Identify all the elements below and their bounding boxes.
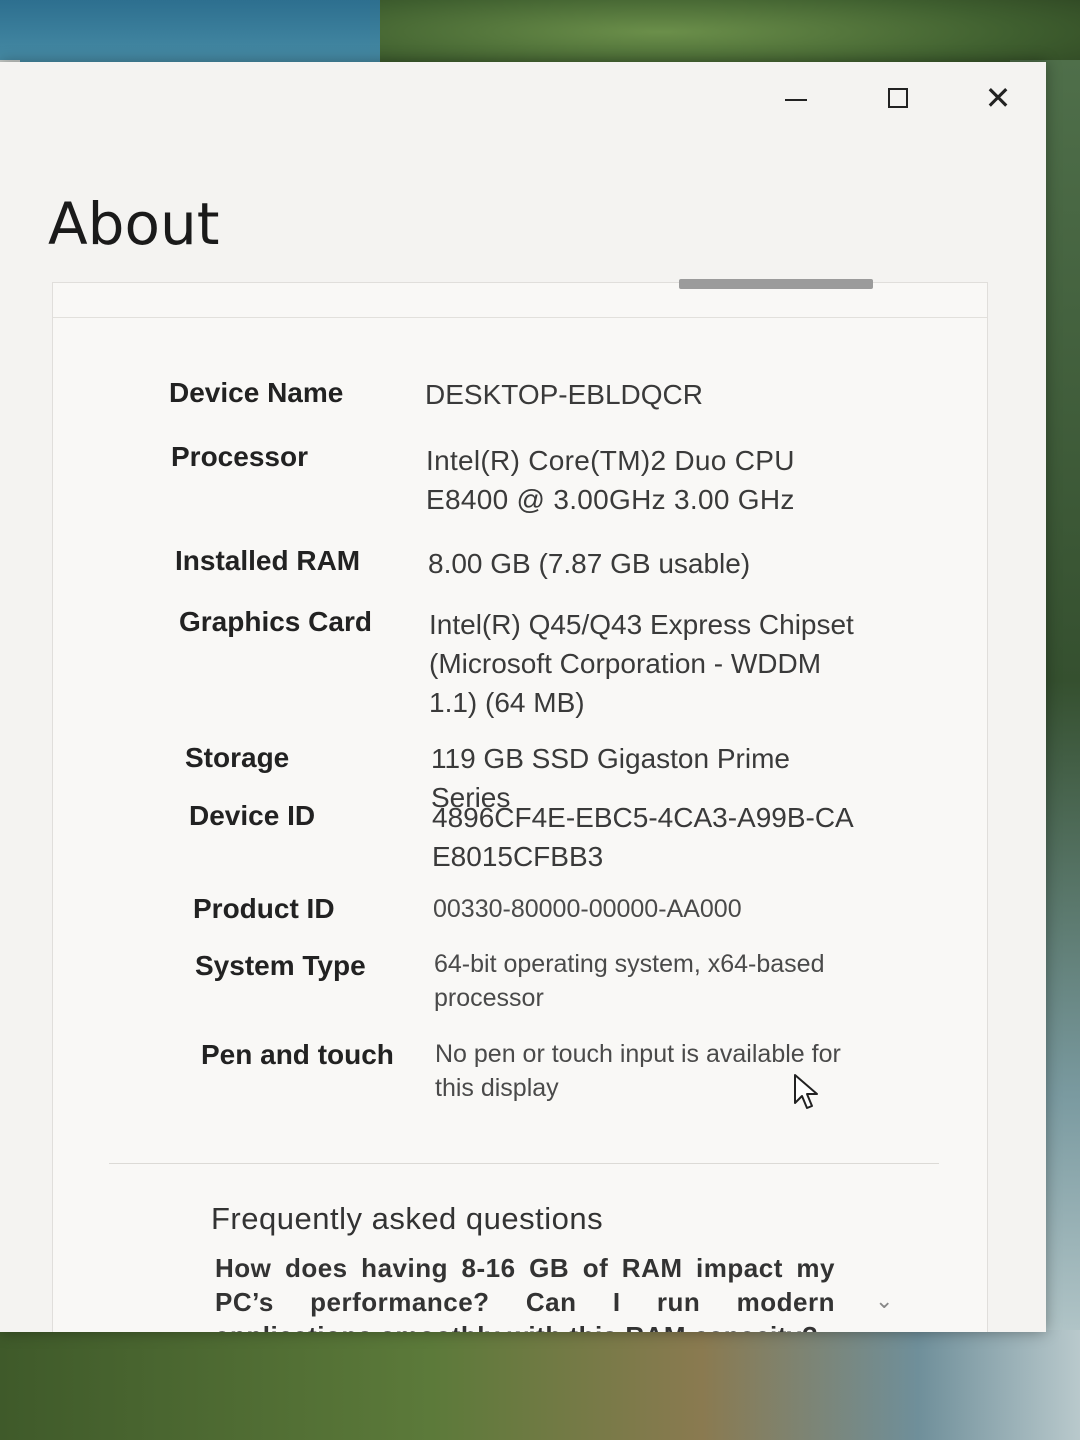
minimize-icon <box>785 99 807 101</box>
maximize-button[interactable] <box>868 76 928 120</box>
spec-value: 00330-80000-00000-AA000 <box>433 895 742 923</box>
close-button[interactable]: ✕ <box>968 76 1028 120</box>
spec-value: DESKTOP-EBLDQCR <box>425 379 703 410</box>
spec-label: Device Name <box>169 377 344 408</box>
spec-value: 64-bit operating system, x64-based proce… <box>434 950 825 1012</box>
faq-question[interactable]: How does having 8-16 GB of RAM impact my… <box>215 1251 835 1332</box>
faq-divider <box>109 1163 939 1164</box>
spec-label: Product ID <box>193 893 335 924</box>
wallpaper-bottom-edge <box>0 1330 1080 1440</box>
spec-value: 4896CF4E-EBC5-4CA3-A99B-CAE8015CFBB3 <box>432 802 854 872</box>
spec-label: Device ID <box>189 800 316 831</box>
maximize-icon <box>888 88 908 108</box>
mouse-cursor-icon <box>794 1074 818 1109</box>
spec-label: Installed RAM <box>175 545 361 576</box>
spec-value: Intel(R) Q45/Q43 Express Chipset (Micros… <box>429 609 854 718</box>
chevron-down-icon[interactable]: ⌄ <box>875 1289 893 1314</box>
spec-value: Intel(R) Core(TM)2 Duo CPU E8400 @ 3.00G… <box>426 445 795 515</box>
spec-label: Pen and touch <box>201 1039 394 1070</box>
minimize-button[interactable] <box>766 76 826 120</box>
spec-label: Graphics Card <box>179 606 372 637</box>
close-icon: ✕ <box>984 79 1012 117</box>
panel-divider <box>53 317 987 318</box>
device-specifications-panel: Device Name DESKTOP-EBLDQCR Processor In… <box>52 279 988 1332</box>
spec-label: System Type <box>195 950 366 981</box>
faq-title: Frequently asked questions <box>211 1201 604 1236</box>
page-title: About <box>48 190 220 258</box>
scroll-indicator[interactable] <box>679 279 873 289</box>
spec-value: 8.00 GB (7.87 GB usable) <box>428 548 751 579</box>
spec-value: No pen or touch input is available for t… <box>435 1040 841 1102</box>
wallpaper-sea <box>0 0 420 70</box>
settings-window: ✕ About Device Name DESKTOP-EBLDQCR Proc… <box>0 62 1046 1332</box>
spec-label: Processor <box>171 441 308 472</box>
spec-label: Storage <box>185 742 290 773</box>
